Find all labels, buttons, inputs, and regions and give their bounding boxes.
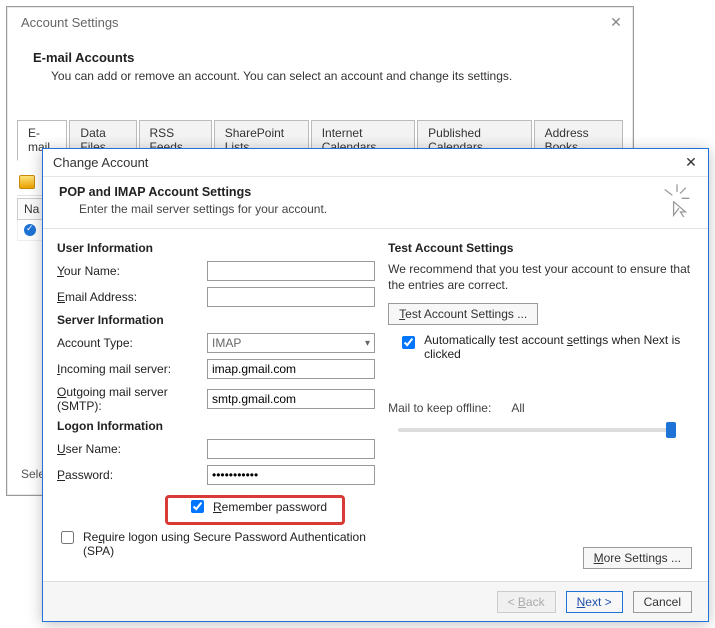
cancel-button[interactable]: Cancel xyxy=(633,591,692,613)
account-type-value: IMAP xyxy=(212,336,241,350)
section-logon-info: Logon Information xyxy=(57,419,378,433)
chevron-down-icon: ▾ xyxy=(365,338,370,349)
test-settings-description: We recommend that you test your account … xyxy=(388,261,694,293)
section-server-info: Server Information xyxy=(57,313,378,327)
auto-test-label: Automatically test account settings when… xyxy=(424,333,694,361)
dialog-subheading: Enter the mail server settings for your … xyxy=(79,202,692,216)
outgoing-server-input[interactable] xyxy=(207,389,375,409)
label-outgoing-server: Outgoing mail server (SMTP): xyxy=(57,385,207,413)
label-password: Password: xyxy=(57,468,207,482)
spa-checkbox[interactable] xyxy=(61,531,74,544)
left-column: User Information Your Name: Email Addres… xyxy=(57,235,378,562)
default-account-icon xyxy=(24,224,36,236)
dialog-heading: POP and IMAP Account Settings xyxy=(59,185,692,199)
window-title: Account Settings xyxy=(7,7,633,36)
email-address-input[interactable] xyxy=(207,287,375,307)
account-type-select: IMAP ▾ xyxy=(207,333,375,353)
section-test-settings: Test Account Settings xyxy=(388,241,694,255)
label-your-name: Your Name: xyxy=(57,264,207,278)
back-button: < Back xyxy=(497,591,556,613)
dialog-footer: < Back Next > Cancel xyxy=(43,581,708,621)
your-name-input[interactable] xyxy=(207,261,375,281)
new-account-icon[interactable] xyxy=(19,175,35,189)
section-user-info: User Information xyxy=(57,241,378,255)
dialog-title: Change Account xyxy=(43,149,708,177)
close-icon[interactable]: ✕ xyxy=(682,153,700,171)
mail-keep-offline-label: Mail to keep offline: xyxy=(388,401,491,415)
label-incoming-server: Incoming mail server: xyxy=(57,362,207,376)
label-user-name: User Name: xyxy=(57,442,207,456)
label-email-address: Email Address: xyxy=(57,290,207,304)
test-account-settings-button[interactable]: Test Account Settings ... xyxy=(388,303,538,325)
right-column: Test Account Settings We recommend that … xyxy=(388,235,694,562)
label-account-type: Account Type: xyxy=(57,336,207,350)
cursor-sparkle-icon xyxy=(660,183,694,217)
user-name-input[interactable] xyxy=(207,439,375,459)
auto-test-checkbox[interactable] xyxy=(402,336,415,349)
mail-keep-offline-value: All xyxy=(511,401,524,415)
spa-label: Require logon using Secure Password Auth… xyxy=(83,530,378,558)
close-icon[interactable]: ✕ xyxy=(607,13,625,31)
password-input[interactable] xyxy=(207,465,375,485)
mail-keep-offline-slider[interactable] xyxy=(398,421,678,439)
slider-thumb[interactable] xyxy=(666,422,676,438)
remember-password-checkbox[interactable] xyxy=(191,500,204,513)
remember-password-label: Remember password xyxy=(213,500,327,514)
incoming-server-input[interactable] xyxy=(207,359,375,379)
email-accounts-subheading: You can add or remove an account. You ca… xyxy=(51,69,613,83)
change-account-window: Change Account ✕ POP and IMAP Account Se… xyxy=(42,148,709,622)
email-accounts-heading: E-mail Accounts xyxy=(33,50,613,65)
more-settings-button[interactable]: More Settings ... xyxy=(583,547,692,569)
next-button[interactable]: Next > xyxy=(566,591,623,613)
